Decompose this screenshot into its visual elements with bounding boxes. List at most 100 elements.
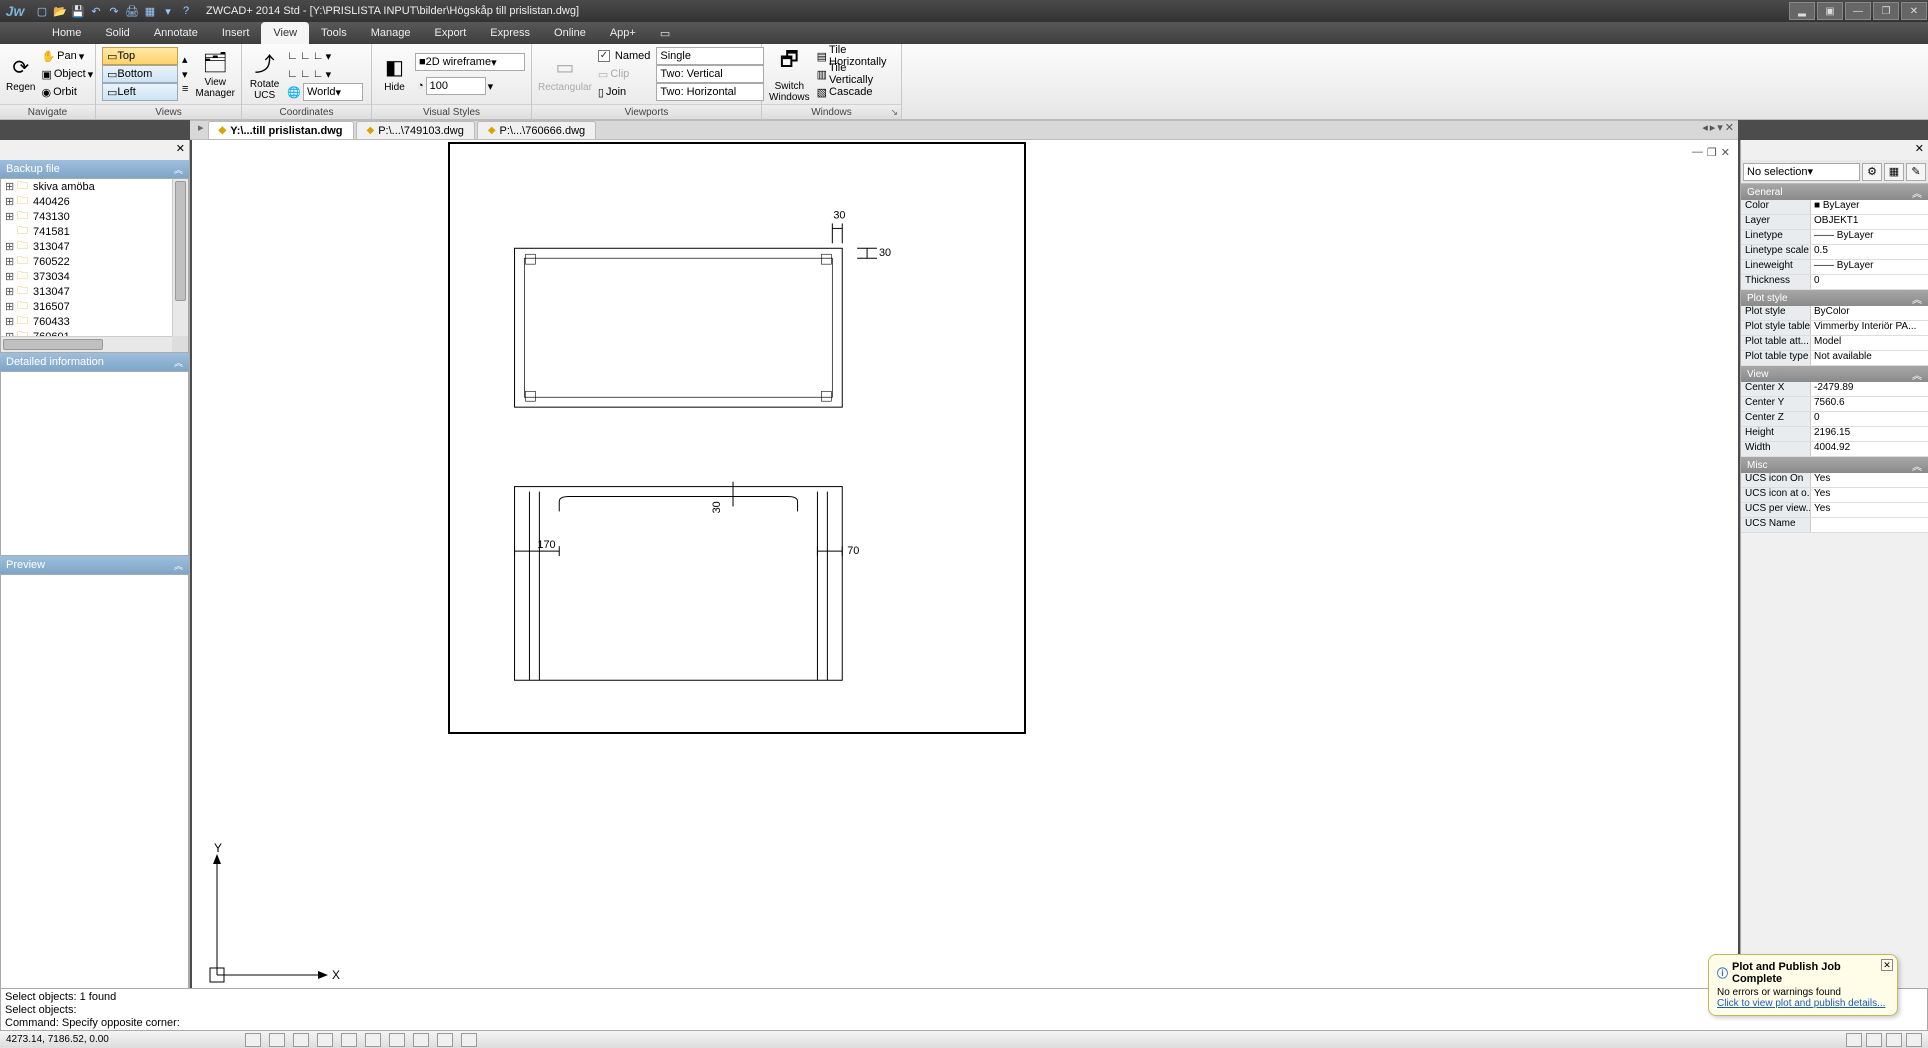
max-button[interactable]: ❐ — [1873, 2, 1899, 20]
canvas-min-icon[interactable]: — — [1692, 146, 1703, 159]
tab-scroll-left-icon[interactable]: ◂ — [1702, 121, 1708, 139]
ucs-icon-4[interactable]: ∟ — [287, 68, 298, 80]
collapse-icon[interactable]: ︽ — [174, 559, 183, 572]
view-left-button[interactable]: ▭ Left — [102, 83, 178, 101]
vp-named-button[interactable]: Named — [596, 47, 652, 65]
vp-two-h-combo[interactable]: Two: Horizontal — [656, 83, 764, 101]
qat-new-icon[interactable]: ▢ — [34, 3, 50, 19]
status-tray-4-icon[interactable] — [1906, 1033, 1922, 1047]
doc-tab-home-icon[interactable]: ▸ — [194, 121, 208, 139]
status-snap-button[interactable] — [245, 1033, 261, 1047]
view-manager-button[interactable]: 🗂View Manager — [195, 46, 235, 102]
status-ortho-button[interactable] — [293, 1033, 309, 1047]
status-osnap-button[interactable] — [341, 1033, 357, 1047]
view-bottom-button[interactable]: ▭ Bottom — [102, 65, 178, 83]
rotate-ucs-button[interactable]: ⤴Rotate UCS — [248, 46, 281, 102]
menu-annotate[interactable]: Annotate — [142, 22, 210, 44]
tile-v-button[interactable]: ▥ Tile Vertically — [815, 65, 895, 83]
tab-close-icon[interactable]: ✕ — [1725, 121, 1734, 139]
opacity-input[interactable]: 100 — [426, 77, 486, 95]
canvas-max-icon[interactable]: ❐ — [1707, 146, 1717, 159]
status-model-button[interactable] — [413, 1033, 429, 1047]
tab-menu-icon[interactable]: ▾ — [1717, 121, 1723, 139]
menu-view[interactable]: View — [261, 22, 309, 44]
doc-tab-2[interactable]: ◆P:\...\760666.dwg — [477, 121, 596, 139]
group-general[interactable]: General︽ — [1741, 184, 1928, 200]
hide-button[interactable]: ◧Hide — [378, 46, 411, 102]
qat-save-icon[interactable]: 💾 — [70, 3, 86, 19]
windows-dialog-launcher-icon[interactable]: ↘ — [890, 107, 898, 118]
menu-online[interactable]: Online — [542, 22, 598, 44]
status-tray-1-icon[interactable] — [1846, 1033, 1862, 1047]
collapse-icon[interactable]: ︽ — [174, 356, 183, 369]
balloon-details-link[interactable]: Click to view plot and publish details..… — [1717, 998, 1885, 1009]
doc-tab-0[interactable]: ◆Y:\...till prislistan.dwg — [208, 121, 354, 139]
selection-combo[interactable]: No selection ▾ — [1743, 163, 1860, 181]
group-misc[interactable]: Misc︽ — [1741, 457, 1928, 473]
balloon-close-icon[interactable]: ✕ — [1881, 959, 1893, 971]
status-polar-button[interactable] — [317, 1033, 333, 1047]
status-cycle-button[interactable] — [461, 1033, 477, 1047]
tab-scroll-right-icon[interactable]: ▸ — [1710, 121, 1716, 139]
qat-preview-icon[interactable]: ▦ — [142, 3, 158, 19]
menu-manage[interactable]: Manage — [359, 22, 423, 44]
menu-toggle-icon[interactable]: ▭ — [648, 22, 682, 44]
status-otrack-button[interactable] — [365, 1033, 381, 1047]
collapse-icon[interactable]: ︽ — [1912, 458, 1922, 473]
ucs-icon-2[interactable]: ∟ — [300, 50, 311, 62]
mdi-min-icon[interactable]: ▂ — [1789, 2, 1815, 20]
qat-plot-icon[interactable]: 🖨 — [124, 3, 140, 19]
ucs-icon-3[interactable]: ∟ — [313, 50, 324, 62]
status-grid-button[interactable] — [269, 1033, 285, 1047]
doc-tab-1[interactable]: ◆P:\...\749103.dwg — [356, 121, 475, 139]
collapse-icon[interactable]: ︽ — [1912, 291, 1922, 306]
regen-button[interactable]: ⟳Regen — [6, 46, 35, 102]
ucs-icon-5[interactable]: ∟ — [300, 68, 311, 80]
cascade-button[interactable]: ▧ Cascade — [815, 83, 895, 101]
switch-windows-button[interactable]: 🗗Switch Windows — [768, 46, 811, 102]
collapse-icon[interactable]: ︽ — [1912, 367, 1922, 382]
menu-tools[interactable]: Tools — [309, 22, 359, 44]
group-plot[interactable]: Plot style︽ — [1741, 290, 1928, 306]
status-dyn-button[interactable] — [437, 1033, 453, 1047]
toggle-pick-icon[interactable]: ✎ — [1906, 163, 1926, 181]
min-button[interactable]: — — [1845, 2, 1871, 20]
ucs-world-combo[interactable]: World ▾ — [303, 83, 363, 101]
qat-undo-icon[interactable]: ↶ — [88, 3, 104, 19]
close-button[interactable]: ✕ — [1901, 2, 1927, 20]
quick-select-icon[interactable]: ⚙ — [1862, 163, 1882, 181]
orbit-button[interactable]: ◉ Orbit — [39, 83, 95, 101]
qat-more-icon[interactable]: ▾ — [160, 3, 176, 19]
vp-two-v-combo[interactable]: Two: Vertical — [656, 65, 764, 83]
ucs-icon-1[interactable]: ∟ — [287, 50, 298, 62]
group-view[interactable]: View︽ — [1741, 366, 1928, 382]
status-lwt-button[interactable] — [389, 1033, 405, 1047]
vp-clip-button[interactable]: ▭ Clip — [596, 65, 652, 83]
backup-tree[interactable]: ⊞🗀skiva amöba ⊞🗀440426 ⊞🗀743130 🗀741581 … — [0, 178, 189, 353]
vp-single-combo[interactable]: Single — [656, 47, 764, 65]
detail-panel-header[interactable]: Detailed information︽ — [0, 353, 189, 371]
drawing-canvas[interactable]: — ❐ ✕ 30 30 — [192, 140, 1738, 1020]
qat-open-icon[interactable]: 📂 — [52, 3, 68, 19]
menu-export[interactable]: Export — [422, 22, 478, 44]
menu-solid[interactable]: Solid — [93, 22, 141, 44]
view-scroll-up-icon[interactable]: ▴ — [182, 53, 191, 66]
vp-join-button[interactable]: ▯ Join — [596, 83, 652, 101]
mdi-max-icon[interactable]: ▣ — [1817, 2, 1843, 20]
backup-panel-header[interactable]: Backup file︽ — [0, 160, 189, 178]
view-top-button[interactable]: ▭ Top — [102, 47, 178, 65]
status-tray-3-icon[interactable] — [1886, 1033, 1902, 1047]
tree-scrollbar-v[interactable] — [172, 179, 188, 336]
qat-redo-icon[interactable]: ↷ — [106, 3, 122, 19]
menu-insert[interactable]: Insert — [210, 22, 262, 44]
status-tray-2-icon[interactable] — [1866, 1033, 1882, 1047]
tree-scrollbar-h[interactable] — [1, 336, 172, 352]
qat-help-icon[interactable]: ? — [178, 3, 194, 19]
view-scroll-more-icon[interactable]: ≡ — [182, 83, 191, 95]
rectangular-viewport-button[interactable]: ▭Rectangular — [538, 46, 592, 102]
menu-home[interactable]: Home — [40, 22, 93, 44]
menu-appplus[interactable]: App+ — [598, 22, 648, 44]
command-line[interactable]: Select objects: 1 found Select objects: … — [0, 988, 1928, 1036]
collapse-icon[interactable]: ︽ — [174, 163, 183, 176]
select-objects-icon[interactable]: ▦ — [1884, 163, 1904, 181]
